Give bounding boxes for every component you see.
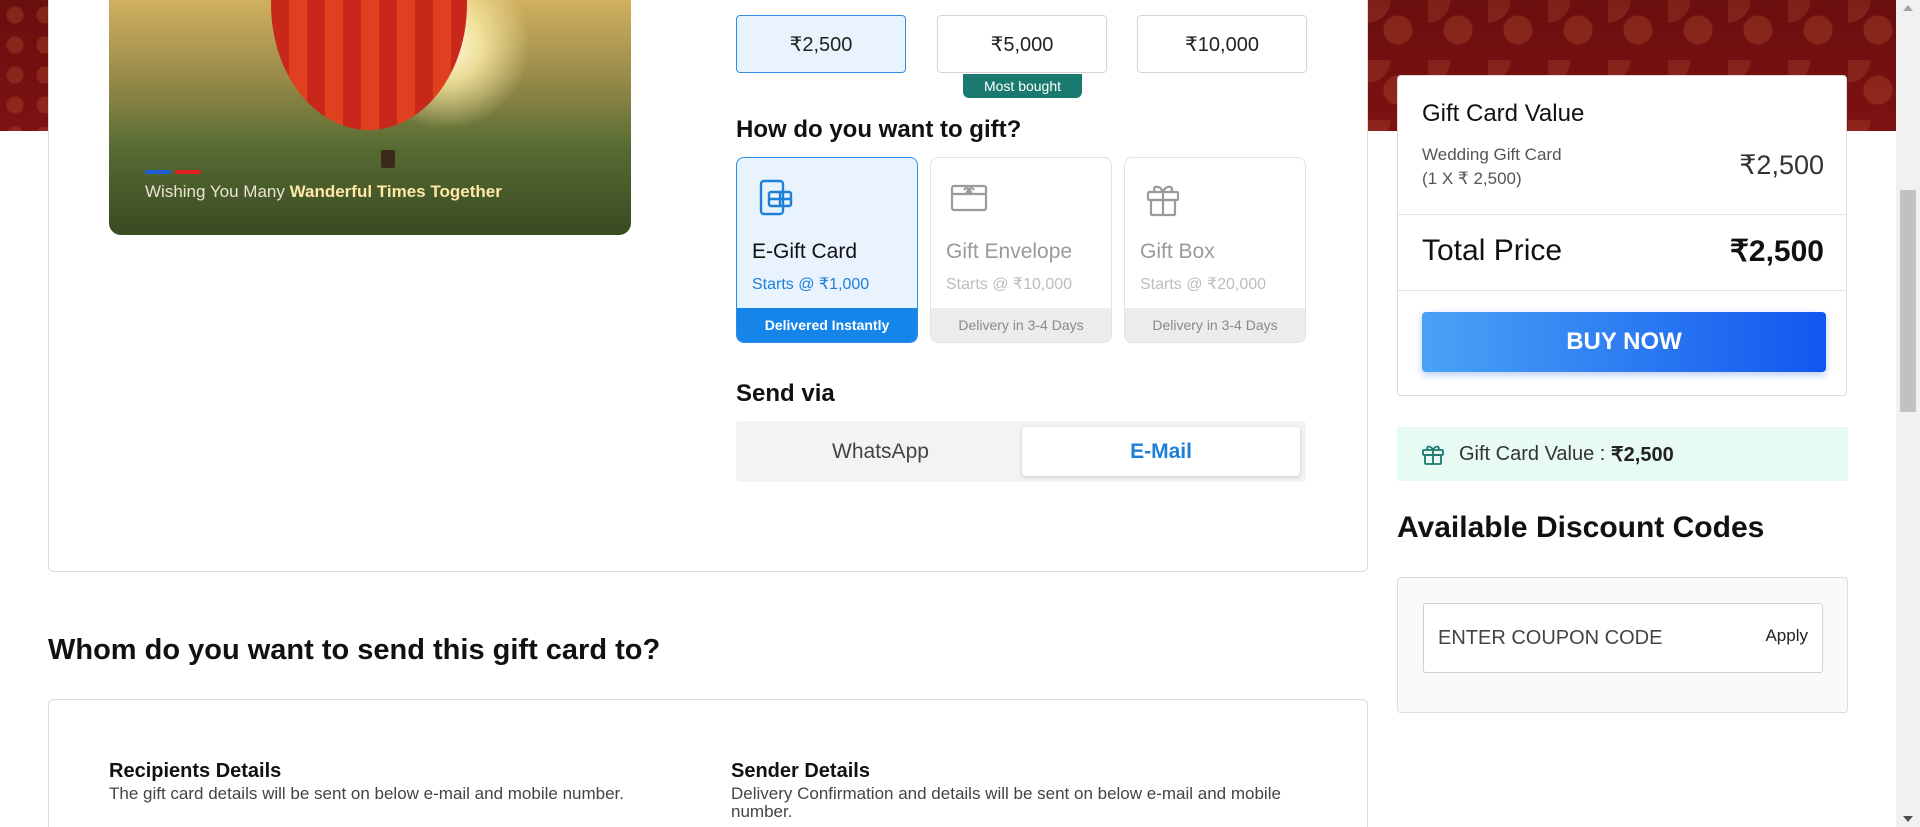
summary-title: Gift Card Value xyxy=(1422,100,1585,127)
scroll-up-icon[interactable] xyxy=(1903,5,1913,11)
scroll-down-icon[interactable] xyxy=(1903,816,1913,822)
gift-option-envelope[interactable]: Gift Envelope Starts @ ₹10,000 Delivery … xyxy=(930,157,1112,343)
balloon-basket xyxy=(381,150,395,168)
gift-option-box[interactable]: Gift Box Starts @ ₹20,000 Delivery in 3-… xyxy=(1124,157,1306,343)
gift-option-price: Starts @ ₹1,000 xyxy=(752,276,870,293)
recipients-details-desc: The gift card details will be sent on be… xyxy=(109,784,624,803)
envelope-icon xyxy=(950,184,988,212)
gift-icon xyxy=(1422,445,1444,465)
coupon-box: Apply xyxy=(1397,577,1848,713)
summary-divider xyxy=(1398,290,1846,291)
header-pattern-left xyxy=(0,0,48,131)
sender-details-title: Sender Details xyxy=(731,760,870,782)
gift-option-delivery: Delivered Instantly xyxy=(737,308,917,342)
gift-option-delivery: Delivery in 3-4 Days xyxy=(931,308,1111,342)
total-price-value: ₹2,500 xyxy=(1729,235,1824,268)
page-scrollbar[interactable] xyxy=(1896,0,1920,827)
gift-option-name: Gift Box xyxy=(1140,240,1215,263)
buy-now-button[interactable]: BUY NOW xyxy=(1422,312,1826,372)
gift-option-delivery: Delivery in 3-4 Days xyxy=(1125,308,1305,342)
send-via-title: Send via xyxy=(736,380,835,407)
recipient-section-title: Whom do you want to send this gift card … xyxy=(48,634,661,666)
coupon-field: Apply xyxy=(1423,603,1823,673)
gift-box-icon xyxy=(1146,185,1180,217)
apply-coupon-button[interactable]: Apply xyxy=(1765,626,1808,646)
gift-option-name: E-Gift Card xyxy=(752,240,858,263)
gift-value-label: Gift Card Value : xyxy=(1459,442,1606,465)
total-price-label: Total Price xyxy=(1422,234,1563,267)
denomination-option[interactable]: ₹10,000 xyxy=(1137,15,1307,73)
gift-method-title: How do you want to gift? xyxy=(736,116,1022,143)
gift-option-name: Gift Envelope xyxy=(946,240,1073,263)
gift-option-egift[interactable]: E-Gift Card Starts @ ₹1,000 Delivered In… xyxy=(736,157,918,343)
denomination-option[interactable]: ₹5,000 xyxy=(937,15,1107,73)
send-via-whatsapp[interactable]: WhatsApp xyxy=(742,427,1019,476)
image-caption: Wishing You Many Wanderful Times Togethe… xyxy=(145,182,502,201)
recipients-details-title: Recipients Details xyxy=(109,760,282,782)
gift-value-amount: ₹2,500 xyxy=(1610,443,1674,466)
summary-item-qty: (1 X ₹ 2,500) xyxy=(1422,169,1522,188)
order-summary: Gift Card Value Wedding Gift Card (1 X ₹… xyxy=(1397,75,1847,396)
summary-item-value: ₹2,500 xyxy=(1739,150,1824,180)
gift-card-image: Wishing You Many Wanderful Times Togethe… xyxy=(109,0,631,235)
gift-value-banner: Gift Card Value : ₹2,500 xyxy=(1397,427,1848,481)
gift-option-price: Starts @ ₹20,000 xyxy=(1140,276,1267,293)
summary-item-name: Wedding Gift Card xyxy=(1422,145,1562,164)
send-via-email[interactable]: E-Mail xyxy=(1022,427,1300,476)
send-via-toggle: WhatsApp E-Mail xyxy=(736,421,1306,482)
scrollbar-thumb[interactable] xyxy=(1900,190,1916,412)
gift-option-price: Starts @ ₹10,000 xyxy=(946,276,1073,293)
sender-details-desc: Delivery Confirmation and details will b… xyxy=(731,784,1281,821)
carousel-indicator[interactable] xyxy=(145,170,201,174)
most-bought-badge: Most bought xyxy=(963,74,1082,98)
phone-gift-icon xyxy=(759,179,793,216)
discount-codes-title: Available Discount Codes xyxy=(1397,511,1765,544)
denomination-option[interactable]: ₹2,500 xyxy=(736,15,906,73)
coupon-input[interactable] xyxy=(1438,604,1738,672)
summary-divider xyxy=(1398,214,1846,215)
